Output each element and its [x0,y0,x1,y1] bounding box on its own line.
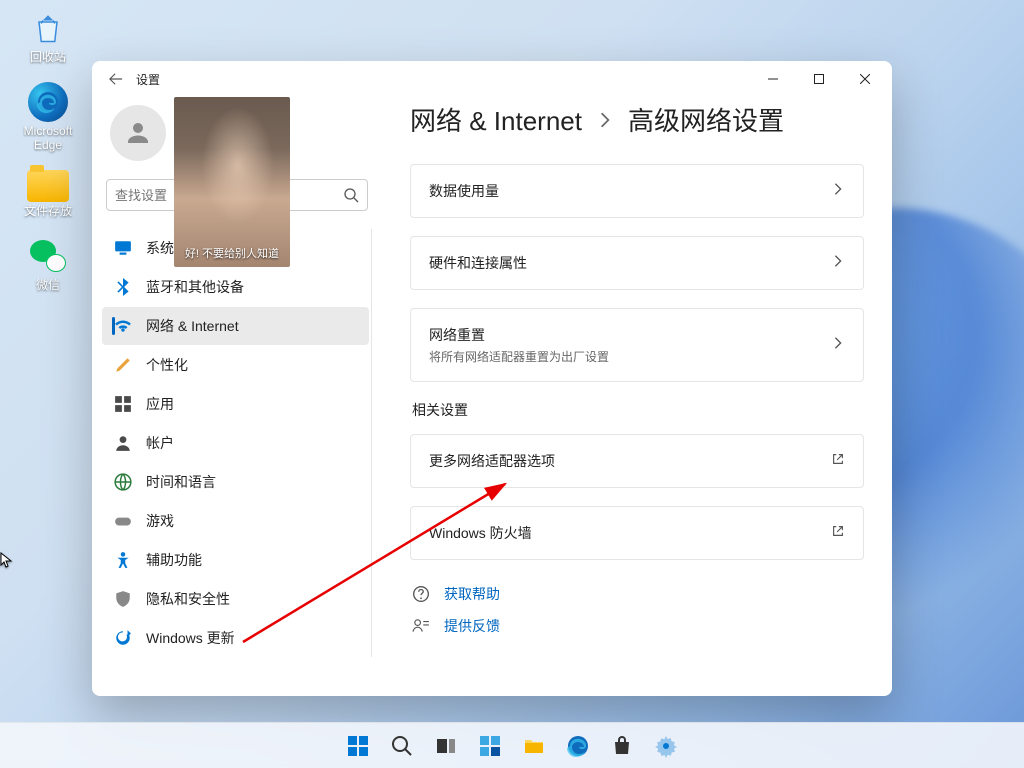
nav-accounts[interactable]: 帐户 [102,424,369,462]
nav-network[interactable]: 网络 & Internet [102,307,369,345]
back-button[interactable] [102,65,130,93]
settings-window: 设置 好! 不要给别人知道 系统 蓝牙和其他设备 网络 & Internet 个… [92,61,892,696]
widgets-button[interactable] [470,726,510,766]
chevron-right-icon [831,182,845,201]
nav-apps[interactable]: 应用 [102,385,369,423]
folder-icon[interactable]: 文件存放 [8,170,88,218]
edge-button[interactable] [558,726,598,766]
start-button[interactable] [338,726,378,766]
breadcrumb-current: 高级网络设置 [628,101,784,138]
firewall-card[interactable]: Windows 防火墙 [410,506,864,560]
nav-privacy[interactable]: 隐私和安全性 [102,580,369,618]
edge-browser-icon[interactable]: Microsoft Edge [8,82,88,152]
minimize-button[interactable] [750,61,796,97]
chevron-right-icon [831,336,845,355]
accessibility-icon [114,551,132,569]
chevron-right-icon [596,111,614,129]
folder-label: 文件存放 [24,204,72,218]
more-adapters-card[interactable]: 更多网络适配器选项 [410,434,864,488]
nav-personalization[interactable]: 个性化 [102,346,369,384]
user-avatar[interactable] [110,105,166,161]
nav-accessibility[interactable]: 辅助功能 [102,541,369,579]
monitor-icon [114,239,132,257]
settings-button[interactable] [646,726,686,766]
help-icon [412,585,430,603]
brush-icon [114,356,132,374]
breadcrumb-parent[interactable]: 网络 & Internet [410,101,582,138]
store-button[interactable] [602,726,642,766]
apps-icon [114,395,132,413]
external-link-icon [831,452,845,471]
update-icon [114,629,132,647]
sidebar: 好! 不要给别人知道 系统 蓝牙和其他设备 网络 & Internet 个性化 … [92,97,382,696]
wechat-icon[interactable]: 微信 [8,236,88,292]
maximize-button[interactable] [796,61,842,97]
desktop-icons: 回收站 Microsoft Edge 文件存放 微信 [8,8,88,292]
window-title: 设置 [136,71,160,88]
edge-label: Microsoft Edge [8,124,88,152]
nav-update[interactable]: Windows 更新 [102,619,369,657]
data-usage-card[interactable]: 数据使用量 [410,164,864,218]
explorer-button[interactable] [514,726,554,766]
recycle-bin-icon[interactable]: 回收站 [8,8,88,64]
wechat-label: 微信 [36,278,60,292]
search-button[interactable] [382,726,422,766]
bluetooth-icon [114,278,132,296]
chevron-right-icon [831,254,845,273]
shield-icon [114,590,132,608]
task-view-button[interactable] [426,726,466,766]
get-help-link[interactable]: 获取帮助 [410,578,864,610]
globe-icon [114,473,132,491]
network-reset-card[interactable]: 网络重置 将所有网络适配器重置为出厂设置 [410,308,864,382]
nav-bluetooth[interactable]: 蓝牙和其他设备 [102,268,369,306]
nav-system[interactable]: 系统 [102,229,369,267]
taskbar [0,722,1024,768]
feedback-link[interactable]: 提供反馈 [410,610,864,642]
close-button[interactable] [842,61,888,97]
breadcrumb: 网络 & Internet 高级网络设置 [410,101,864,138]
cursor-icon [0,552,16,568]
feedback-icon [412,617,430,635]
recycle-bin-label: 回收站 [30,50,66,64]
gamepad-icon [114,512,132,530]
search-icon [343,187,359,203]
related-settings-heading: 相关设置 [412,400,864,420]
hardware-card[interactable]: 硬件和连接属性 [410,236,864,290]
nav-list: 系统 蓝牙和其他设备 网络 & Internet 个性化 应用 帐户 时间和语言… [102,229,372,657]
wifi-icon [114,317,132,335]
nav-gaming[interactable]: 游戏 [102,502,369,540]
titlebar: 设置 [92,61,892,97]
external-link-icon [831,524,845,543]
main-panel: 网络 & Internet 高级网络设置 数据使用量 硬件和连接属性 [382,97,892,696]
person-icon [114,434,132,452]
nav-time[interactable]: 时间和语言 [102,463,369,501]
